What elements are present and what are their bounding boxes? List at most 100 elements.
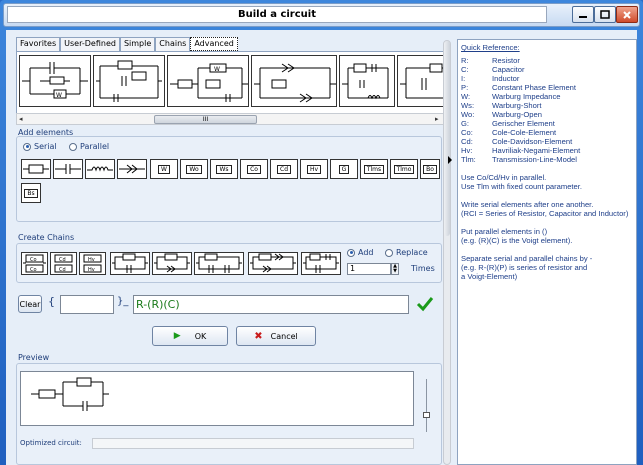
circuit-diagram-icon <box>400 63 443 99</box>
element-label: Cd <box>277 164 291 174</box>
svg-text:Cd: Cd <box>59 257 66 263</box>
parallel-radio[interactable]: Parallel <box>69 142 109 151</box>
chain-rp-icon <box>154 253 190 273</box>
svg-text:W: W <box>214 66 220 73</box>
tab-advanced[interactable]: Advanced <box>190 37 238 51</box>
gallery-circuit-5[interactable] <box>339 55 395 107</box>
circuit-preview-icon <box>31 377 109 411</box>
add-tlms-button[interactable]: Tlms <box>360 159 388 179</box>
circuit-diagram-icon: W <box>22 62 88 99</box>
add-bs-button[interactable]: Bs <box>21 183 41 203</box>
vertical-scrollbar[interactable] <box>443 40 451 465</box>
element-label: Wo <box>186 164 202 174</box>
reference-entry: Ws: Warburg-Short <box>461 101 542 110</box>
reference-note: Write serial elements after one another. <box>461 200 594 209</box>
reference-entry: C: Capacitor <box>461 65 525 74</box>
add-cd-button[interactable]: Cd <box>270 159 298 179</box>
create-chains-group: Co Co Cd Cd Hv Hv Add Replace 1 ▲ ▼ Time… <box>16 243 442 283</box>
add-hv-button[interactable]: Hv <box>300 159 328 179</box>
svg-text:W: W <box>56 92 62 99</box>
serial-radio[interactable]: Serial <box>23 142 57 151</box>
circuit-diagram-icon <box>254 63 336 103</box>
tab-user-defined[interactable]: User-Defined <box>60 37 120 51</box>
vertical-scroll-thumb[interactable] <box>444 41 450 236</box>
svg-text:Cd: Cd <box>59 267 66 273</box>
radio-icon <box>23 142 31 151</box>
build-circuit-window: Build a circuit Favorites User-Defined S… <box>0 0 643 465</box>
reference-note: (e.g. (R)(C) is the Voigt element). <box>461 236 573 245</box>
gallery-circuit-1[interactable]: W <box>19 55 91 107</box>
close-button[interactable] <box>616 6 638 23</box>
chain-rc-button[interactable] <box>110 252 150 275</box>
tab-chains[interactable]: Chains <box>155 37 191 51</box>
scroll-thumb[interactable]: III <box>154 115 257 124</box>
gallery-horizontal-scrollbar[interactable]: ◂ III ▸ <box>16 113 444 125</box>
tab-simple[interactable]: Simple <box>119 37 156 51</box>
element-label: W <box>158 164 170 174</box>
times-spinner[interactable]: ▲ ▼ <box>391 263 399 275</box>
reference-entry: Hv: Havriliak-Negami-Element <box>461 146 581 155</box>
reference-entry: Cd: Cole-Davidson-Element <box>461 137 573 146</box>
valid-check-icon <box>416 297 434 312</box>
chain-rcc2-icon <box>303 253 339 273</box>
scroll-left-icon[interactable]: ◂ <box>19 115 23 123</box>
svg-text:Hv: Hv <box>88 257 95 263</box>
quick-reference-title: Quick Reference: <box>461 43 520 52</box>
expand-arrow-icon[interactable] <box>448 156 452 164</box>
add-label: Add <box>358 248 374 257</box>
chain-rcc-button[interactable] <box>194 252 244 275</box>
reference-entry: Co: Cole-Cole-Element <box>461 128 557 137</box>
prefix-input[interactable] <box>60 295 114 314</box>
cancel-label: Cancel <box>270 331 298 341</box>
slider-thumb[interactable] <box>423 412 430 418</box>
reference-entry: W: Warburg Impedance <box>461 92 561 101</box>
add-w-button[interactable]: W <box>150 159 178 179</box>
tab-favorites[interactable]: Favorites <box>16 37 61 51</box>
add-ws-button[interactable]: Ws <box>210 159 238 179</box>
scroll-right-icon[interactable]: ▸ <box>435 115 439 123</box>
gallery-circuit-3[interactable]: W <box>167 55 249 107</box>
reference-note: Separate serial and parallel chains by - <box>461 254 593 263</box>
ok-button[interactable]: ▶ OK <box>152 326 228 346</box>
add-inductor-button[interactable] <box>85 159 115 179</box>
chain-cd-button[interactable]: Cd Cd <box>50 252 77 275</box>
gallery-circuit-6[interactable] <box>397 55 443 107</box>
reference-entry: Tlm: Transmission-Line-Model <box>461 155 577 164</box>
add-tlmo-button[interactable]: Tlmo <box>390 159 418 179</box>
circuit-input[interactable]: R-(R)(C) <box>133 295 409 314</box>
add-g-button[interactable]: G <box>330 159 358 179</box>
optimized-label: Optimized circuit: <box>20 439 82 447</box>
reference-entry: Wo: Warburg-Open <box>461 110 542 119</box>
add-bo-button[interactable]: Bo <box>420 159 440 179</box>
capacitor-icon <box>55 164 81 174</box>
add-capacitor-button[interactable] <box>53 159 83 179</box>
add-co-button[interactable]: Co <box>240 159 268 179</box>
chain-rp-button[interactable] <box>152 252 192 275</box>
chain-co-button[interactable]: Co Co <box>21 252 48 275</box>
add-resistor-button[interactable] <box>21 159 51 179</box>
element-label: G <box>338 164 350 174</box>
chain-rpp-button[interactable] <box>248 252 298 275</box>
add-wo-button[interactable]: Wo <box>180 159 208 179</box>
gallery-circuit-2[interactable] <box>93 55 165 107</box>
minimize-button[interactable] <box>572 6 594 23</box>
element-label: Tlms <box>363 164 385 174</box>
chain-co-icon: Co Co <box>23 254 46 273</box>
quick-reference-panel: Quick Reference: R: Resistor C: Capacitor … <box>457 39 637 465</box>
gallery-circuit-4[interactable] <box>251 55 337 107</box>
replace-radio[interactable]: Replace <box>385 248 428 257</box>
cancel-button[interactable]: ✖ Cancel <box>236 326 316 346</box>
clear-button[interactable]: Clear <box>18 295 42 313</box>
maximize-button[interactable] <box>594 6 616 23</box>
chain-rcc2-button[interactable] <box>301 252 341 275</box>
chain-hv-icon: Hv Hv <box>83 254 102 273</box>
times-label: Times <box>411 264 435 273</box>
zoom-slider[interactable] <box>423 379 430 432</box>
radio-icon <box>385 248 393 257</box>
create-chains-title: Create Chains <box>18 233 75 242</box>
resistor-icon <box>23 164 49 174</box>
add-radio[interactable]: Add <box>347 248 374 257</box>
times-input[interactable]: 1 <box>347 263 391 275</box>
add-cpe-button[interactable] <box>117 159 147 179</box>
chain-hv-button[interactable]: Hv Hv <box>79 252 106 275</box>
